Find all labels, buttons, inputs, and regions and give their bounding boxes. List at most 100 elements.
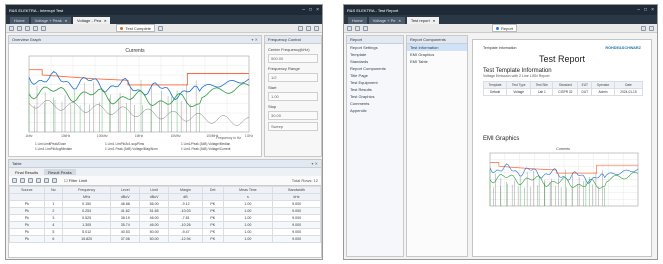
filter-icon[interactable] [20,178,25,183]
tab-final-results[interactable]: Final Results [11,169,43,175]
table-menu-icon[interactable]: ▾ ✕ [312,161,318,166]
open-report-icon[interactable] [355,25,360,31]
sort-icon[interactable] [28,178,33,183]
close-icon[interactable]: × [651,7,654,13]
info-header-row: Template Test Type Test Site Standard EU… [482,81,644,89]
table-row[interactable]: Pk 3 0.525 38.19 46.00 -7.81 PK 1.00 9.000 [9,214,321,222]
column-header[interactable]: Margin [168,186,203,194]
column-header[interactable]: Source [9,186,45,194]
component-emi-table[interactable]: EMI Table [407,58,467,65]
unit-cell: kHz [272,193,321,201]
tab-home[interactable]: Home [348,17,367,24]
table-cell: 1.00 [222,207,274,215]
table-cell: 5.012 [62,228,112,236]
table-row[interactable]: Pk 6 15.820 37.06 50.00 -12.94 PK 1.00 9.000 [9,235,321,243]
emi-chart[interactable]: Currents 1kHz 10kHz 100kHz 1MHz 10MHz 100MHz 1… [9,44,261,157]
print-icon[interactable] [641,25,647,31]
start-icon[interactable] [9,25,14,31]
nav-item[interactable]: Comments [347,100,403,107]
table-cell: 46.00 [139,214,170,222]
close-tab-icon[interactable]: × [65,18,67,23]
component-emi-graphics[interactable]: EMI Graphics [407,51,467,58]
start-label: Start [268,85,277,90]
column-header[interactable]: Meas Time [222,186,274,194]
table-cell: Pk [9,228,45,236]
column-header[interactable]: Limit [139,186,170,194]
column-header[interactable]: Frequency [62,186,112,194]
nav-item[interactable]: Title Page [347,72,403,79]
stop-measure-icon[interactable] [306,25,311,31]
play-icon[interactable] [298,25,303,31]
column-header[interactable]: No [43,186,64,194]
table-export-icon[interactable] [52,178,57,183]
nav-item[interactable]: Template [347,51,403,58]
frequency-range-select[interactable]: 1/2 [268,73,318,82]
columns-icon[interactable] [36,178,41,183]
maximize-icon[interactable]: □ [644,7,647,13]
save-report-icon[interactable] [363,25,368,31]
pause-icon[interactable] [25,25,30,31]
stop-icon[interactable] [17,25,22,31]
tab-label: Home [352,18,363,23]
column-header[interactable]: Det [201,186,224,194]
nav-item[interactable]: Test Results [347,86,403,93]
table-row[interactable]: Pk 4 1.305 35.74 46.00 -10.26 PK 1.00 9.000 [9,221,321,229]
nav-item[interactable]: Test Graphics [347,93,403,100]
template-subtitle: Voltage Emission with 2 Line LISN Report [483,74,550,78]
column-header[interactable]: Bandwidth [272,186,321,194]
tab-voltage-peak[interactable]: Voltage + Pe × [368,17,405,24]
info-col: EUT [577,81,593,89]
column-header[interactable]: Level [110,186,141,194]
table-cell: 46.00 [139,221,170,229]
report-nav-list: Report Settings Template Standards Report C… [347,44,403,114]
start-input[interactable]: 1.00 [268,92,318,101]
copy-icon[interactable] [12,178,17,183]
sweep-select[interactable]: Sweep [268,122,318,131]
center-frequency-input[interactable]: 500.00 [268,54,318,63]
tab-result-peaks[interactable]: Result Peaks [44,169,76,175]
table-row[interactable]: Pk 5 5.012 40.53 50.00 -9.47 PK 1.00 9.000 [9,228,321,236]
close-tab-icon[interactable]: × [398,18,400,23]
table-cell: 9.000 [272,214,321,222]
unit-cell: dBuV [139,193,170,201]
tab-label: Home [14,18,25,23]
edit-icon[interactable] [158,25,164,31]
close-tab-icon[interactable]: × [433,18,435,23]
nav-item[interactable]: Appendix [347,107,403,114]
nav-item[interactable]: Standards [347,58,403,65]
frequency-panel-header: Frequency Control [265,36,321,44]
tab-test-report[interactable]: Test report × [406,17,440,24]
settings-icon[interactable] [33,25,38,31]
table-tabs: Final Results Result Peaks [9,168,321,176]
tab-home[interactable]: Home [10,17,29,24]
table-panel: Table ▾ ✕ Final Results Result Peaks ☐ Fi… [8,159,322,258]
tab-voltage-peak[interactable]: Voltage + Peak × [30,17,72,24]
tab-voltage-peak-active[interactable]: Voltage - Pea × [73,17,111,24]
table-toolbar: ☐ Filter Limit Total Rows: 12 [9,176,321,186]
unit-cell [9,193,45,201]
table-cell: 5 [43,228,64,236]
nav-item[interactable]: Report Settings [347,44,403,51]
minimize-icon[interactable]: – [302,7,305,13]
panel-menu-icon[interactable]: ▾ ✕ [252,37,258,42]
maximize-icon[interactable]: □ [309,7,312,13]
nav-item[interactable]: Report Components [347,65,403,72]
new-report-icon[interactable] [347,25,352,31]
chart-icon[interactable] [44,178,49,183]
filter-limit-checkbox[interactable]: ☐ Filter Limit [64,178,87,183]
status-dot-icon [120,26,124,30]
table-row[interactable]: Pk 2 0.253 41.62 51.65 -10.03 PK 1.00 9.000 [9,207,321,215]
export-icon[interactable] [41,25,46,31]
pdf-icon[interactable] [649,25,655,31]
test-status-text: Test Complete [125,25,152,31]
table-cell: PK [201,235,224,243]
close-icon[interactable]: × [316,7,319,13]
nav-item[interactable]: Test Equipment [347,79,403,86]
minimize-icon[interactable]: – [637,7,640,13]
stop-input[interactable]: 30.00 [268,111,318,120]
close-tab-icon[interactable]: × [104,18,106,23]
table-row[interactable]: Pk 1 0.150 46.88 56.00 -9.12 PK 1.00 9.000 [9,200,321,208]
report-navigation: Report Report Settings Template Standards R… [346,35,404,257]
panel-icon[interactable] [314,25,319,31]
component-test-information[interactable]: Test Information [407,44,467,51]
